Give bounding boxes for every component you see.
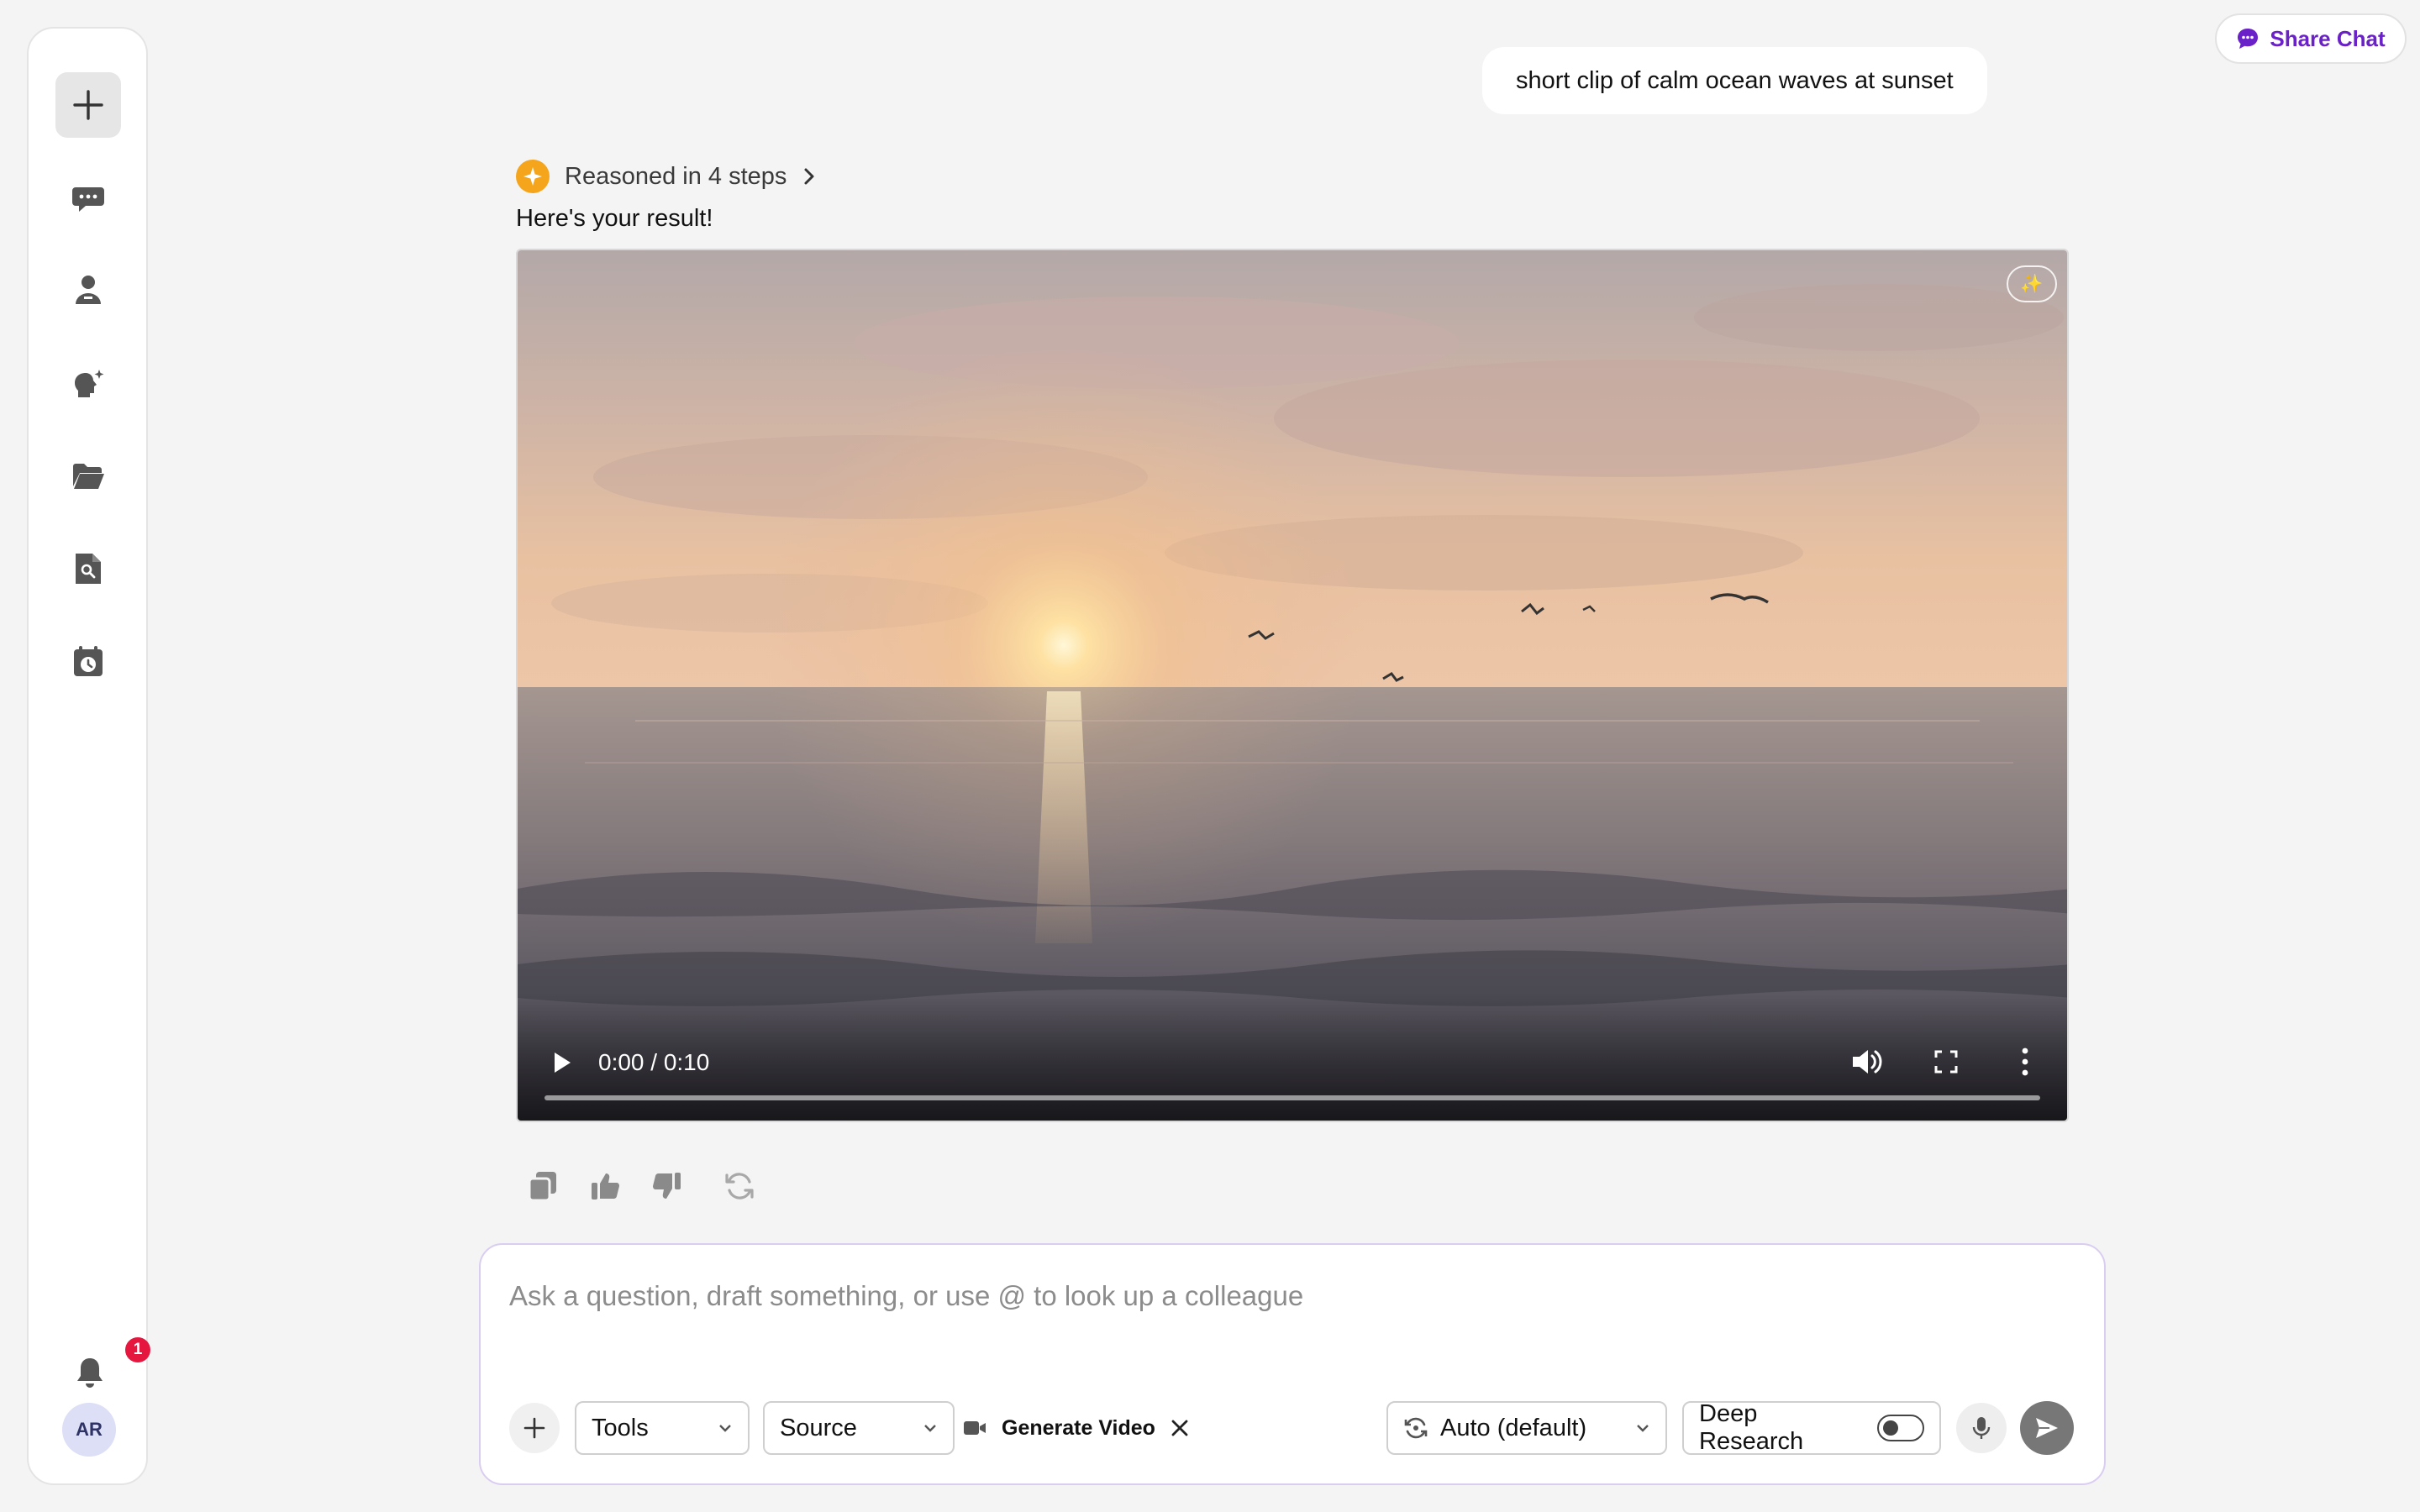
auto-model-icon bbox=[1404, 1417, 1428, 1439]
sidebar-item-people[interactable] bbox=[55, 257, 121, 323]
notifications-button[interactable]: 1 bbox=[66, 1337, 150, 1396]
deep-research-toggle[interactable]: Deep Research bbox=[1682, 1400, 1941, 1455]
chevron-down-icon bbox=[924, 1425, 936, 1432]
volume-button[interactable] bbox=[1850, 1047, 1882, 1081]
share-chat-label: Share Chat bbox=[2270, 25, 2386, 51]
message-input[interactable]: Ask a question, draft something, or use … bbox=[509, 1280, 1303, 1312]
calendar-clock-icon bbox=[74, 646, 103, 676]
message-actions bbox=[526, 1169, 756, 1203]
microphone-button[interactable] bbox=[1956, 1403, 2007, 1453]
deep-research-label: Deep Research bbox=[1699, 1400, 1804, 1455]
thumbs-up-button[interactable] bbox=[588, 1169, 622, 1203]
play-icon bbox=[555, 1053, 571, 1073]
video-progress-bar[interactable] bbox=[544, 1095, 2040, 1100]
deep-research-switch[interactable] bbox=[1876, 1415, 1924, 1441]
regenerate-icon bbox=[725, 1173, 754, 1200]
fullscreen-icon bbox=[1934, 1050, 1958, 1074]
regenerate-button[interactable] bbox=[723, 1169, 756, 1203]
document-search-icon bbox=[76, 554, 101, 584]
model-dropdown[interactable]: Auto (default) bbox=[1386, 1401, 1667, 1455]
thumbs-down-icon bbox=[653, 1173, 681, 1199]
user-message-text: short clip of calm ocean waves at sunset bbox=[1516, 66, 1954, 94]
generate-video-label: Generate Video bbox=[1002, 1415, 1155, 1440]
send-button[interactable] bbox=[2020, 1401, 2074, 1455]
chevron-down-icon bbox=[719, 1425, 731, 1432]
composer: Ask a question, draft something, or use … bbox=[479, 1243, 2106, 1485]
reasoning-toggle[interactable]: Reasoned in 4 steps bbox=[516, 160, 817, 193]
close-icon[interactable] bbox=[1171, 1419, 1189, 1437]
generate-video-chip: Generate Video bbox=[963, 1401, 1189, 1455]
volume-icon bbox=[1853, 1050, 1882, 1074]
composer-toolbar: Tools Source Generate Video Auto (defaul… bbox=[509, 1400, 2075, 1455]
sidebar: 1 AR bbox=[27, 27, 150, 1485]
sidebar-item-files[interactable] bbox=[55, 444, 121, 509]
sparkle-icon bbox=[516, 160, 550, 193]
reasoning-label: Reasoned in 4 steps bbox=[565, 162, 787, 190]
folder-open-icon bbox=[73, 464, 104, 489]
sparkle-head-icon bbox=[75, 370, 104, 397]
person-icon bbox=[76, 276, 101, 304]
copy-button[interactable] bbox=[526, 1169, 560, 1203]
source-dropdown[interactable]: Source bbox=[763, 1401, 955, 1455]
more-vertical-icon bbox=[2022, 1047, 2028, 1076]
bell-icon bbox=[77, 1358, 103, 1388]
thumbs-down-button[interactable] bbox=[650, 1169, 684, 1203]
avatar[interactable]: AR bbox=[62, 1403, 116, 1457]
chevron-down-icon bbox=[1637, 1425, 1649, 1432]
chat-bubble-icon bbox=[2238, 29, 2259, 49]
video-player[interactable]: ✨ 0:00 / 0:10 bbox=[516, 249, 2069, 1122]
sidebar-item-documents[interactable] bbox=[55, 536, 121, 601]
thumbs-up-icon bbox=[592, 1173, 619, 1200]
plus-icon bbox=[73, 90, 103, 120]
source-label: Source bbox=[780, 1414, 857, 1441]
user-message: short clip of calm ocean waves at sunset bbox=[1482, 47, 1987, 114]
plus-icon bbox=[523, 1417, 545, 1439]
chevron-right-icon bbox=[804, 168, 814, 185]
share-chat-button[interactable]: Share Chat bbox=[2215, 13, 2407, 64]
video-camera-icon bbox=[964, 1421, 986, 1435]
sidebar-item-agents[interactable] bbox=[55, 351, 121, 417]
notification-badge: 1 bbox=[125, 1337, 150, 1362]
new-chat-button[interactable] bbox=[55, 72, 121, 138]
sidebar-item-chats[interactable] bbox=[55, 165, 121, 230]
video-controls: 0:00 / 0:10 bbox=[518, 995, 2067, 1121]
result-text: Here's your result! bbox=[516, 205, 713, 232]
play-button[interactable] bbox=[548, 1048, 576, 1077]
model-label: Auto (default) bbox=[1440, 1414, 1587, 1441]
video-time: 0:00 / 0:10 bbox=[598, 1049, 710, 1075]
video-frame bbox=[518, 250, 2067, 1121]
attach-button[interactable] bbox=[509, 1403, 560, 1453]
sparkles-icon[interactable]: ✨ bbox=[2007, 265, 2057, 302]
send-icon bbox=[2036, 1418, 2058, 1438]
tools-dropdown[interactable]: Tools bbox=[575, 1401, 750, 1455]
copy-icon bbox=[528, 1172, 556, 1202]
sidebar-item-schedule[interactable] bbox=[55, 628, 121, 694]
tools-label: Tools bbox=[592, 1414, 649, 1441]
fullscreen-button[interactable] bbox=[1934, 1050, 1958, 1078]
more-options-button[interactable] bbox=[2020, 1047, 2030, 1081]
microphone-icon bbox=[1972, 1417, 1991, 1439]
chat-bubbles-icon bbox=[72, 187, 104, 212]
